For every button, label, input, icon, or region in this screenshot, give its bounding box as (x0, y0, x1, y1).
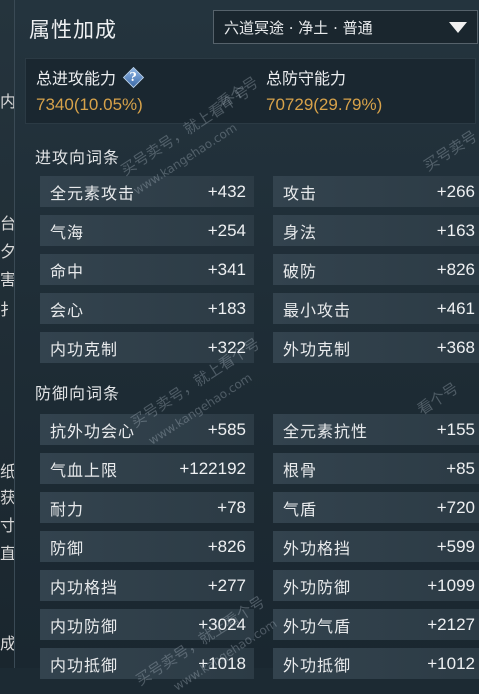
dungeon-select-dropdown[interactable]: 六道冥途 · 净土 · 普通 (213, 10, 478, 44)
stat-name: 内功抵御 (50, 655, 119, 675)
stat-cell: 最小攻击 +461 (273, 293, 479, 324)
stat-cell: 内功克制 +322 (40, 332, 254, 363)
stat-row: 耐力 +78 气盾 +720 (40, 492, 479, 523)
stat-name: 命中 (50, 261, 85, 281)
stat-name: 内功格挡 (50, 577, 119, 597)
attack-section-title: 进攻向词条 (35, 148, 121, 167)
stat-name: 全元素攻击 (50, 183, 136, 203)
panel-title: 属性加成 (29, 18, 117, 42)
stat-name: 外功格挡 (283, 538, 352, 558)
stat-name: 根骨 (283, 460, 318, 480)
stat-name: 最小攻击 (283, 300, 352, 320)
stat-cell: 气血上限 +122192 (40, 453, 254, 484)
stat-value: +1099 (427, 575, 475, 595)
stat-cell: 耐力 +78 (40, 492, 254, 523)
defense-summary: 总防守能力 70729(29.79%) (266, 65, 382, 115)
stat-row: 抗外功会心 +585 全元素抗性 +155 (40, 414, 479, 445)
stat-value: +322 (207, 337, 246, 357)
stat-value: +368 (436, 337, 475, 357)
stat-row: 内功防御 +3024 外功气盾 +2127 (40, 609, 479, 640)
stat-value: +1012 (427, 653, 475, 673)
dropdown-value: 六道冥途 · 净土 · 普通 (224, 18, 373, 37)
stat-value: +826 (207, 536, 246, 556)
stat-cell: 内功抵御 +1018 (40, 648, 254, 679)
stat-value: +277 (207, 575, 246, 595)
stat-value: +341 (207, 259, 246, 279)
stat-value: +585 (207, 419, 246, 439)
stat-cell: 破防 +826 (273, 254, 479, 285)
stat-name: 外功抵御 (283, 655, 352, 675)
stat-cell: 身法 +163 (273, 215, 479, 246)
stat-cell: 外功克制 +368 (273, 332, 479, 363)
stat-value: +720 (436, 497, 475, 517)
defense-value: 70729(29.79%) (266, 95, 383, 114)
stat-name: 破防 (283, 261, 318, 281)
stat-cell: 内功格挡 +277 (40, 570, 254, 601)
stat-name: 会心 (50, 300, 85, 320)
stat-name: 耐力 (50, 499, 85, 519)
stat-cell: 气海 +254 (40, 215, 254, 246)
stat-cell: 外功气盾 +2127 (273, 609, 479, 640)
stat-cell: 攻击 +266 (273, 176, 479, 207)
stat-name: 抗外功会心 (50, 421, 136, 441)
stat-cell: 防御 +826 (40, 531, 254, 562)
stat-cell: 内功防御 +3024 (40, 609, 254, 640)
stat-value: +1018 (198, 653, 246, 673)
attack-value: 7340(10.05%) (36, 95, 143, 114)
stat-value: +2127 (427, 614, 475, 634)
stat-row: 会心 +183 最小攻击 +461 (40, 293, 479, 324)
stat-name: 攻击 (283, 183, 318, 203)
stat-value: +183 (207, 298, 246, 318)
stat-row: 内功格挡 +277 外功防御 +1099 (40, 570, 479, 601)
stat-value: +155 (436, 419, 475, 439)
stat-name: 内功克制 (50, 339, 119, 359)
stat-name: 身法 (283, 222, 318, 242)
stat-value: +78 (217, 497, 246, 517)
stat-cell: 外功格挡 +599 (273, 531, 479, 562)
stat-cell: 外功抵御 +1012 (273, 648, 479, 679)
stat-value: +599 (436, 536, 475, 556)
stat-cell: 外功防御 +1099 (273, 570, 479, 601)
stat-value: +254 (207, 220, 246, 240)
stat-row: 命中 +341 破防 +826 (40, 254, 479, 285)
stat-value: +122192 (179, 458, 246, 478)
stat-cell: 会心 +183 (40, 293, 254, 324)
stat-cell: 全元素抗性 +155 (273, 414, 479, 445)
defense-section-title: 防御向词条 (35, 384, 121, 403)
stat-row: 内功克制 +322 外功克制 +368 (40, 332, 479, 363)
attribute-bonus-panel: 属性加成 六道冥途 · 净土 · 普通 总进攻能力 ? 7340(10.05%)… (14, 0, 479, 679)
stat-name: 外功防御 (283, 577, 352, 597)
help-icon[interactable]: ? (122, 66, 145, 89)
stat-name: 气血上限 (50, 460, 119, 480)
stat-name: 气海 (50, 222, 85, 242)
defense-label: 总防守能力 (266, 69, 347, 88)
stat-name: 气盾 (283, 499, 318, 519)
stat-value: +266 (436, 181, 475, 201)
stat-cell: 抗外功会心 +585 (40, 414, 254, 445)
summary-box: 总进攻能力 ? 7340(10.05%) 总防守能力 70729(29.79%) (25, 58, 476, 124)
stat-value: +3024 (198, 614, 246, 634)
stat-name: 外功克制 (283, 339, 352, 359)
stat-cell: 全元素攻击 +432 (40, 176, 254, 207)
stat-name: 防御 (50, 538, 85, 558)
stat-row: 防御 +826 外功格挡 +599 (40, 531, 479, 562)
chevron-down-icon (449, 21, 467, 33)
attack-summary: 总进攻能力 ? 7340(10.05%) (36, 65, 145, 115)
stat-value: +85 (446, 458, 475, 478)
stat-row: 气海 +254 身法 +163 (40, 215, 479, 246)
stat-value: +826 (436, 259, 475, 279)
stat-name: 外功气盾 (283, 616, 352, 636)
stat-value: +432 (207, 181, 246, 201)
stat-cell: 命中 +341 (40, 254, 254, 285)
stat-cell: 气盾 +720 (273, 492, 479, 523)
stat-name: 全元素抗性 (283, 421, 369, 441)
stat-row: 内功抵御 +1018 外功抵御 +1012 (40, 648, 479, 679)
stat-value: +461 (436, 298, 475, 318)
stat-row: 全元素攻击 +432 攻击 +266 (40, 176, 479, 207)
stat-cell: 根骨 +85 (273, 453, 479, 484)
attack-label: 总进攻能力 (36, 69, 117, 88)
stat-row: 气血上限 +122192 根骨 +85 (40, 453, 479, 484)
stat-name: 内功防御 (50, 616, 119, 636)
stat-value: +163 (436, 220, 475, 240)
